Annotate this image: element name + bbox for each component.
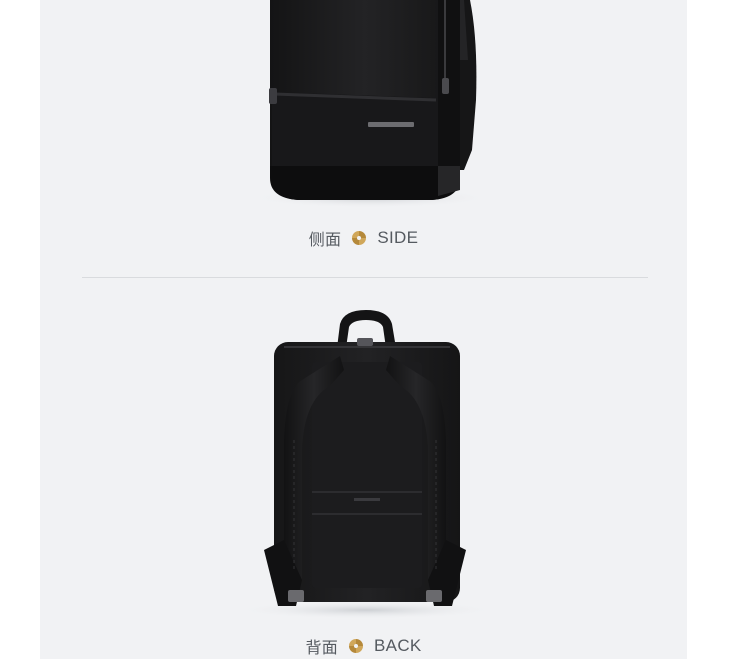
back-label-cn: 背面	[305, 638, 339, 657]
samsonite-logo-icon	[348, 638, 364, 654]
section-divider	[82, 277, 648, 278]
side-view-photo	[40, 0, 687, 215]
side-caption: 侧面 SIDE	[40, 226, 687, 250]
side-label-en: SIDE	[377, 228, 419, 247]
back-view-photo	[40, 300, 687, 625]
back-label-en: BACK	[374, 636, 422, 655]
samsonite-logo-icon	[351, 230, 367, 246]
back-caption: 背面 BACK	[40, 634, 687, 658]
product-detail-panel: 侧面 SIDE 背面 BACK	[40, 0, 687, 659]
side-label-cn: 侧面	[308, 230, 342, 249]
